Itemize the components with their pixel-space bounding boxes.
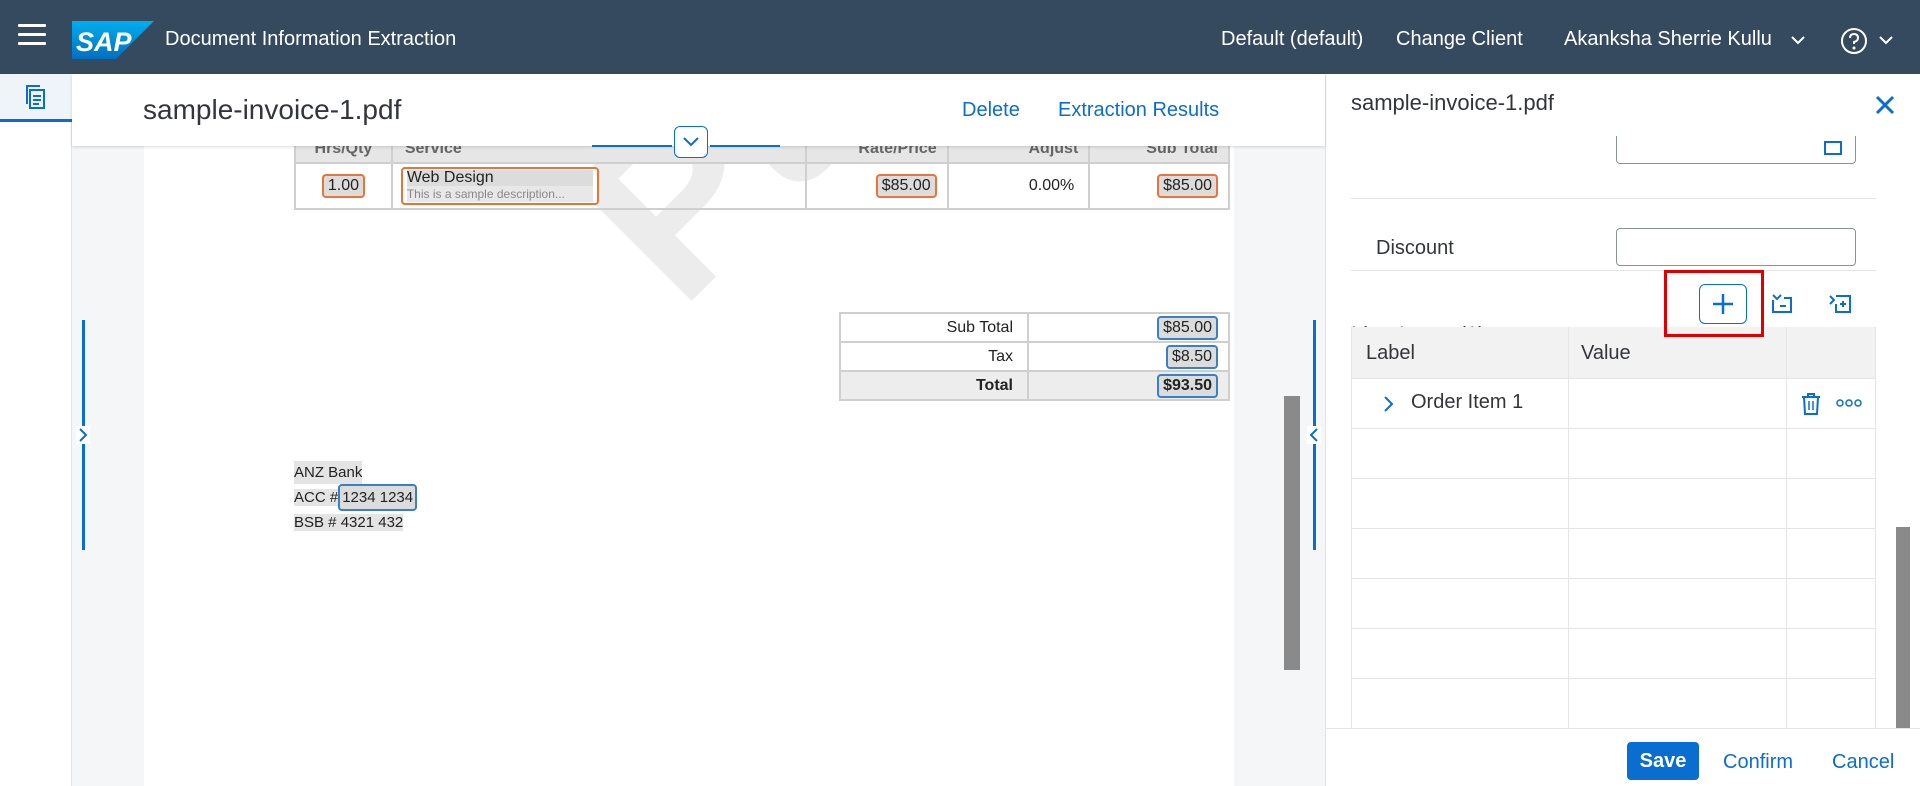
total-label: Total <box>839 370 1029 401</box>
account-number-field[interactable]: 1234 1234 <box>338 484 418 511</box>
total-field[interactable]: $93.50 <box>1157 373 1218 398</box>
subtotal-total-field[interactable]: $85.00 <box>1157 315 1218 340</box>
row-label: Order Item 1 <box>1411 391 1524 413</box>
confirm-button[interactable]: Confirm <box>1723 751 1793 774</box>
collapse-all-button[interactable] <box>1759 284 1807 324</box>
chevron-down-icon <box>683 137 699 147</box>
user-menu[interactable]: Akanksha Sherrie Kullu <box>1564 28 1772 51</box>
document-pane: sample-invoice-1.pdf Delete Extraction R… <box>72 74 1325 786</box>
subtotal-label: Sub Total <box>839 312 1029 343</box>
grid-line <box>1786 327 1787 732</box>
documents-icon <box>26 84 45 109</box>
tax-label: Tax <box>839 341 1029 372</box>
bsb-text: BSB # 4321 432 <box>294 514 404 531</box>
empty-row <box>1351 629 1876 679</box>
detail-panel: sample-invoice-1.pdf Discount Line Items… <box>1325 74 1920 786</box>
column-header: Service <box>390 146 807 164</box>
column-header: Sub Total <box>1088 146 1230 164</box>
document-title: sample-invoice-1.pdf <box>143 94 402 125</box>
grid-line <box>1875 327 1876 732</box>
column-header: Rate/Price <box>804 146 949 164</box>
bank-name: ANZ Bank <box>294 461 363 484</box>
cancel-button[interactable]: Cancel <box>1832 751 1894 774</box>
empty-row <box>1351 429 1876 479</box>
table-row: Tax $8.50 <box>839 341 1230 372</box>
delete-button[interactable]: Delete <box>962 99 1020 122</box>
totals-table: Sub Total $85.00 Tax $8.50 Total $93.50 <box>839 312 1230 401</box>
empty-row <box>1351 529 1876 579</box>
calendar-icon[interactable] <box>1823 140 1843 156</box>
chevron-right-icon <box>79 428 88 442</box>
chevron-down-icon[interactable] <box>1878 34 1894 46</box>
column-header: Adjust <box>946 146 1091 164</box>
hamburger-menu-icon[interactable] <box>18 24 46 50</box>
qty-field[interactable]: 1.00 <box>321 174 365 198</box>
table-header: Label Value <box>1351 327 1876 379</box>
system-context[interactable]: Default (default) <box>1221 28 1363 51</box>
column-header-value: Value <box>1581 342 1631 364</box>
grid-line <box>1568 327 1569 732</box>
document-scrollbar-thumb[interactable] <box>1284 396 1300 670</box>
discount-input[interactable] <box>1616 228 1856 266</box>
table-row: Sub Total $85.00 <box>839 312 1230 343</box>
svg-text:SAP: SAP <box>76 27 133 57</box>
save-button[interactable]: Save <box>1627 742 1699 780</box>
header-divider <box>710 145 780 147</box>
empty-row <box>1351 679 1876 729</box>
panel-footer: Save Confirm Cancel <box>1326 728 1920 786</box>
grid-line <box>1351 327 1352 732</box>
collapse-all-icon <box>1772 294 1792 313</box>
divider <box>1351 198 1876 199</box>
side-navigation <box>0 74 72 786</box>
empty-row <box>1351 579 1876 629</box>
table-row: Total $93.50 <box>839 370 1230 401</box>
annotation-highlight-box <box>1664 270 1764 337</box>
extraction-results-button[interactable]: Extraction Results <box>1058 99 1219 122</box>
expand-all-button[interactable] <box>1817 284 1865 324</box>
service-field[interactable]: Web Design This is a sample description.… <box>400 167 599 205</box>
delete-icon[interactable] <box>1800 392 1822 416</box>
column-header: Hrs/Qty <box>294 146 393 164</box>
table-row[interactable]: Order Item 1 <box>1351 379 1876 429</box>
chevron-left-icon <box>1309 428 1318 442</box>
panel-title: sample-invoice-1.pdf <box>1351 90 1554 115</box>
table-header-row: Hrs/Qty Service Rate/Price Adjust Sub To… <box>294 146 1230 164</box>
more-options-icon[interactable] <box>1836 399 1862 407</box>
tax-field[interactable]: $8.50 <box>1165 344 1218 369</box>
discount-label: Discount <box>1376 237 1454 259</box>
panel-header: sample-invoice-1.pdf <box>1326 74 1920 138</box>
app-title: Document Information Extraction <box>165 28 457 50</box>
header-divider <box>592 145 672 147</box>
bank-details: ANZ Bank ACC #1234 1234 BSB # 4321 432 <box>294 461 418 534</box>
subtotal-field[interactable]: $85.00 <box>1157 174 1218 198</box>
adjust-value: 0.00% <box>946 162 1091 210</box>
service-name: Web Design <box>406 170 593 186</box>
sap-logo: SAP <box>72 21 154 59</box>
empty-row <box>1351 479 1876 529</box>
table-row: 1.00 Web Design This is a sample descrip… <box>294 162 1230 210</box>
date-field[interactable] <box>1616 136 1856 164</box>
document-page: Paid Hrs/Qty Service Rate/Price Adjust S… <box>144 146 1234 786</box>
help-icon[interactable] <box>1840 27 1868 55</box>
invoice-line-table: Hrs/Qty Service Rate/Price Adjust Sub To… <box>294 146 1230 210</box>
expand-all-icon <box>1829 295 1851 313</box>
service-description: This is a sample description... <box>406 186 593 202</box>
change-client-link[interactable]: Change Client <box>1396 28 1523 51</box>
chevron-down-icon[interactable] <box>1790 34 1806 46</box>
shell-bar: SAP Document Information Extraction Defa… <box>0 0 1920 74</box>
rate-field[interactable]: $85.00 <box>875 174 937 198</box>
divider <box>1351 270 1876 271</box>
chevron-right-icon[interactable] <box>1381 395 1395 413</box>
acc-label: ACC # <box>294 489 339 506</box>
header-collapse-button[interactable] <box>674 126 708 158</box>
collapse-panel-button[interactable] <box>1307 426 1321 444</box>
expand-sidebar-button[interactable] <box>76 426 90 444</box>
nav-documents[interactable] <box>0 74 72 122</box>
column-header-label: Label <box>1366 342 1415 364</box>
close-icon[interactable] <box>1872 92 1898 118</box>
